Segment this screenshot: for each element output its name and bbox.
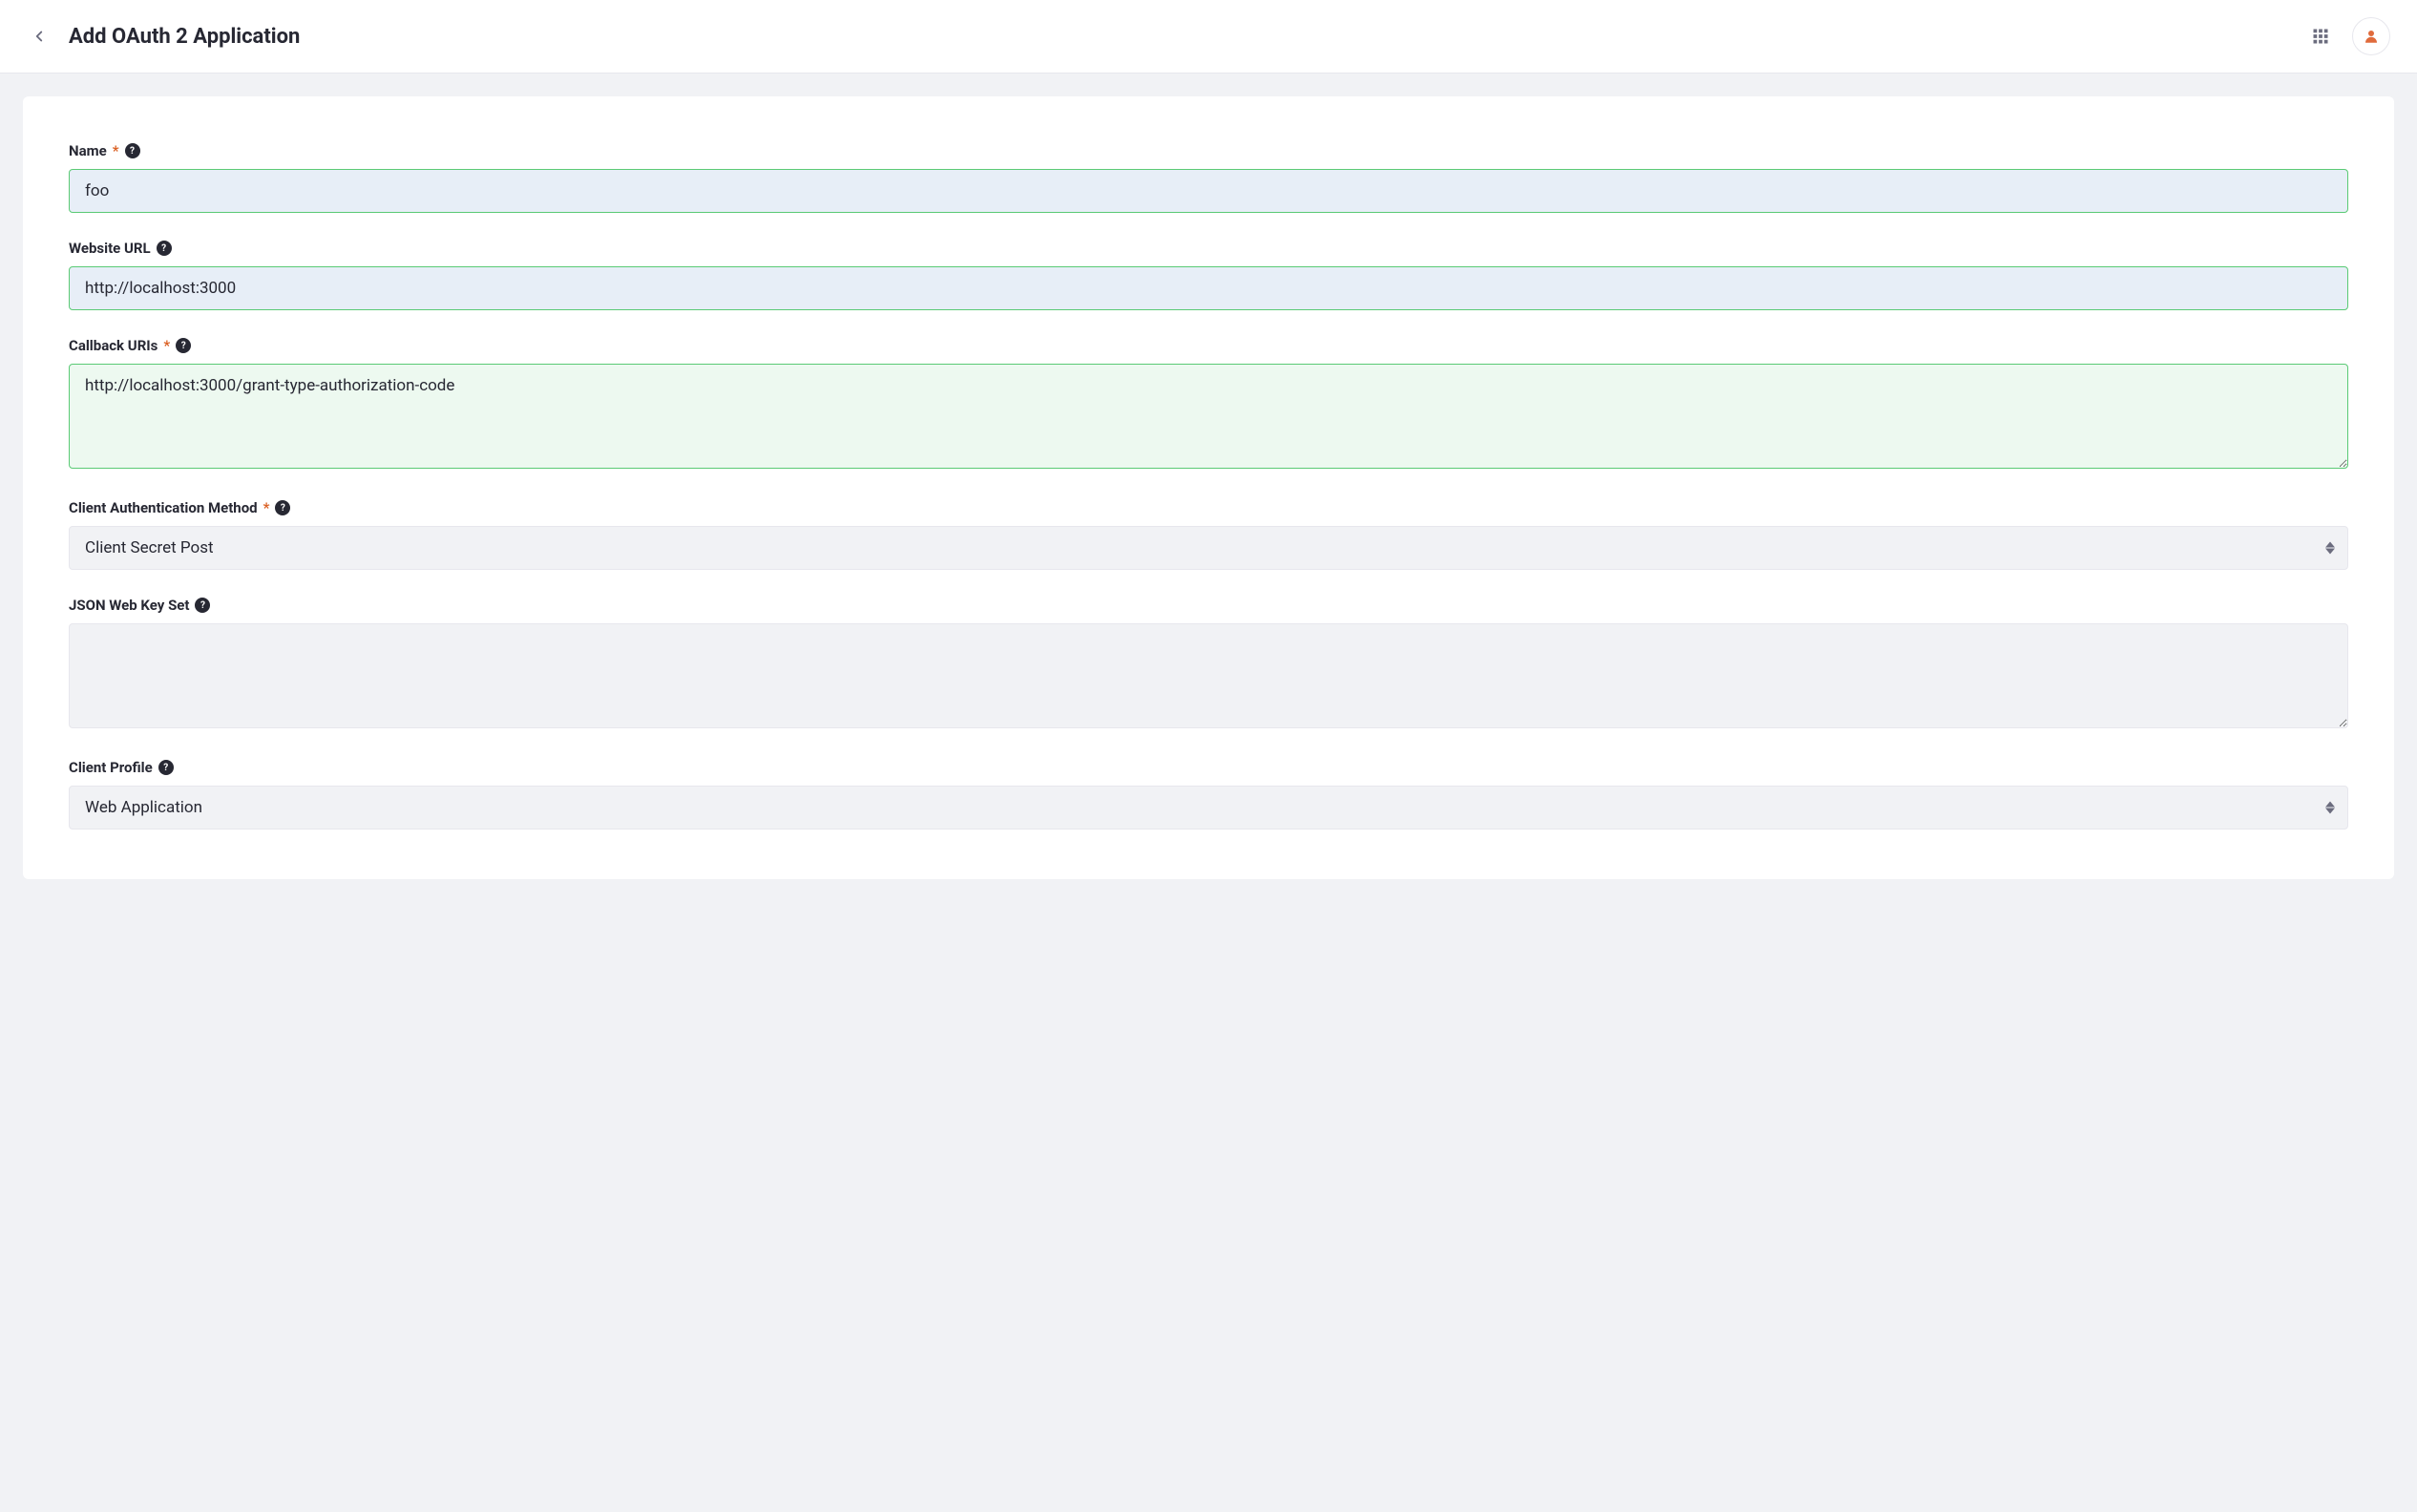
required-indicator: * bbox=[113, 142, 119, 159]
apps-menu-button[interactable] bbox=[2308, 24, 2333, 49]
content-area: Name * ? Website URL ? Callback URIs * ? bbox=[0, 74, 2417, 902]
required-indicator: * bbox=[163, 337, 170, 354]
grid-icon bbox=[2312, 28, 2329, 45]
website-url-label-text: Website URL bbox=[69, 240, 151, 257]
user-avatar-button[interactable] bbox=[2352, 17, 2390, 55]
help-icon[interactable]: ? bbox=[176, 338, 191, 353]
chevron-left-icon bbox=[31, 28, 48, 45]
client-auth-method-select[interactable]: Client Secret Post bbox=[69, 526, 2348, 570]
callback-uris-textarea[interactable] bbox=[69, 364, 2348, 469]
form-card: Name * ? Website URL ? Callback URIs * ? bbox=[23, 96, 2394, 879]
page-title: Add OAuth 2 Application bbox=[69, 25, 300, 49]
name-label: Name * ? bbox=[69, 142, 2348, 159]
header-left: Add OAuth 2 Application bbox=[27, 24, 2308, 49]
callback-uris-label: Callback URIs * ? bbox=[69, 337, 2348, 354]
header-right bbox=[2308, 17, 2390, 55]
back-button[interactable] bbox=[27, 24, 52, 49]
website-url-field-group: Website URL ? bbox=[69, 240, 2348, 310]
name-input[interactable] bbox=[69, 169, 2348, 213]
callback-uris-field-group: Callback URIs * ? bbox=[69, 337, 2348, 472]
help-icon[interactable]: ? bbox=[195, 598, 210, 613]
website-url-input[interactable] bbox=[69, 266, 2348, 310]
help-icon[interactable]: ? bbox=[125, 143, 140, 158]
client-profile-label-text: Client Profile bbox=[69, 759, 153, 776]
callback-uris-label-text: Callback URIs bbox=[69, 337, 158, 354]
page-header: Add OAuth 2 Application bbox=[0, 0, 2417, 74]
user-icon bbox=[2363, 28, 2380, 45]
help-icon[interactable]: ? bbox=[275, 500, 290, 515]
name-label-text: Name bbox=[69, 142, 107, 159]
client-profile-select-wrap: Web Application bbox=[69, 786, 2348, 830]
client-auth-method-field-group: Client Authentication Method * ? Client … bbox=[69, 499, 2348, 570]
client-auth-method-label: Client Authentication Method * ? bbox=[69, 499, 2348, 516]
client-profile-label: Client Profile ? bbox=[69, 759, 2348, 776]
website-url-label: Website URL ? bbox=[69, 240, 2348, 257]
help-icon[interactable]: ? bbox=[158, 760, 174, 775]
client-profile-select[interactable]: Web Application bbox=[69, 786, 2348, 830]
help-icon[interactable]: ? bbox=[157, 241, 172, 256]
jwks-field-group: JSON Web Key Set ? bbox=[69, 597, 2348, 732]
jwks-label: JSON Web Key Set ? bbox=[69, 597, 2348, 614]
client-auth-method-label-text: Client Authentication Method bbox=[69, 499, 258, 516]
jwks-textarea[interactable] bbox=[69, 623, 2348, 728]
client-profile-field-group: Client Profile ? Web Application bbox=[69, 759, 2348, 830]
jwks-label-text: JSON Web Key Set bbox=[69, 597, 189, 614]
client-auth-method-select-wrap: Client Secret Post bbox=[69, 526, 2348, 570]
required-indicator: * bbox=[263, 499, 270, 516]
name-field-group: Name * ? bbox=[69, 142, 2348, 213]
